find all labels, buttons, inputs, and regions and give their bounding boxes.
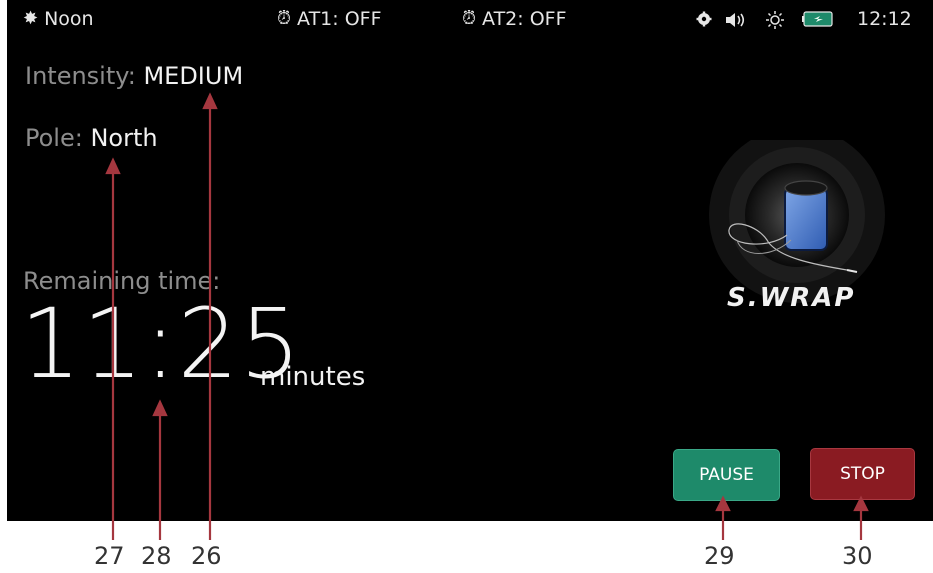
pole-label: Pole: [25, 124, 83, 152]
intensity-label: Intensity: [25, 62, 136, 90]
brightness-icon[interactable] [765, 10, 785, 30]
alarm-1-status[interactable]: ⏰︎ AT1: OFF [277, 8, 382, 30]
pole-value: North [90, 124, 158, 152]
callout-number-30: 30 [842, 542, 873, 570]
callout-number-26: 26 [191, 542, 222, 570]
status-bar: ✸ Noon ⏰︎ AT1: OFF ⏰︎ AT2: OFF 12:12 [7, 0, 933, 40]
alarm-2-status[interactable]: ⏰︎ AT2: OFF [462, 8, 567, 30]
speaker-icon[interactable] [725, 11, 751, 29]
callout-number-27: 27 [94, 542, 125, 570]
time-of-day-label: Noon [44, 8, 94, 30]
time-of-day-indicator: ✸ Noon [23, 8, 94, 30]
gear-icon[interactable] [696, 11, 712, 27]
callout-number-28: 28 [141, 542, 172, 570]
intensity-row: Intensity: MEDIUM [25, 62, 243, 90]
alarm-clock-icon: ⏰︎ [277, 8, 292, 29]
stop-button[interactable]: STOP [810, 448, 915, 500]
device-screen: ✸ Noon ⏰︎ AT1: OFF ⏰︎ AT2: OFF 12:12 Int… [7, 0, 933, 521]
callout-number-29: 29 [704, 542, 735, 570]
applicator-logo-text: S.WRAP [727, 283, 856, 313]
alarm-clock-icon: ⏰︎ [462, 8, 477, 29]
clock-label: 12:12 [857, 8, 912, 30]
sun-small-icon: ✸ [23, 8, 39, 29]
remaining-time-unit: minutes [260, 362, 366, 392]
alarm-1-label: AT1: OFF [297, 8, 382, 30]
intensity-value: MEDIUM [143, 62, 244, 90]
alarm-2-label: AT2: OFF [482, 8, 567, 30]
battery-charging-icon [802, 11, 834, 27]
pole-row: Pole: North [25, 124, 158, 152]
status-clock: 12:12 [857, 8, 912, 30]
pause-button[interactable]: PAUSE [673, 449, 780, 501]
